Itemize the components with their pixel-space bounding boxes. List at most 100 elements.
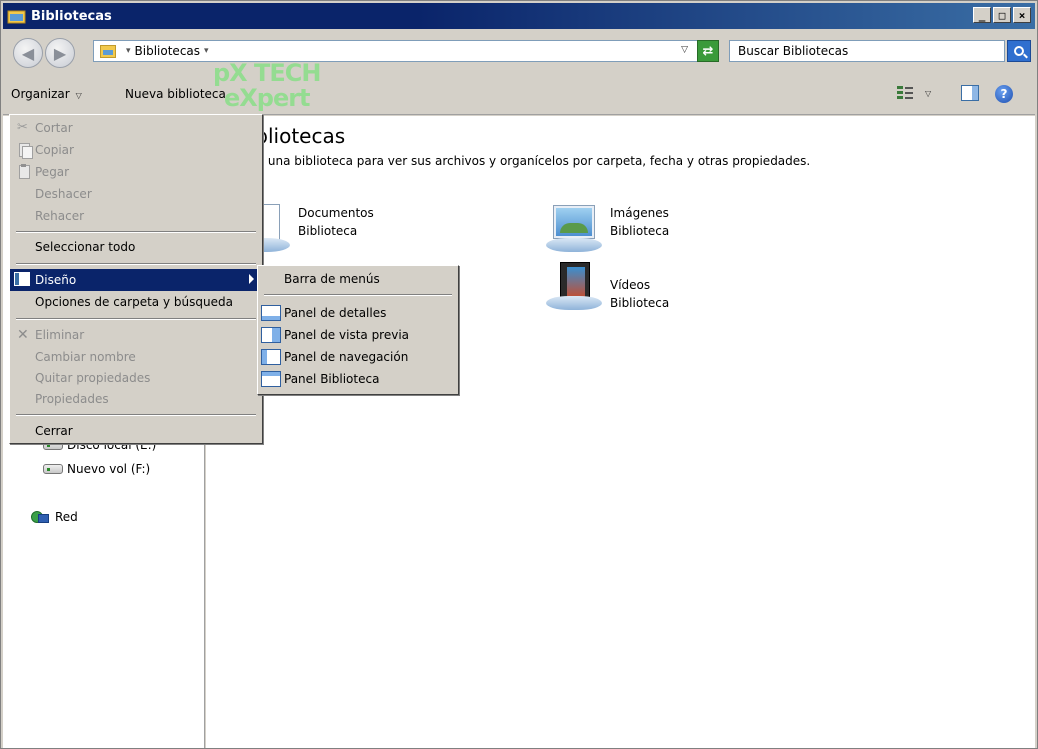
organize-menu: Cortar Copiar Pegar Deshacer Rehacer Sel… — [9, 114, 263, 444]
search-icon — [1014, 46, 1024, 56]
view-options-button[interactable]: ▽ — [897, 85, 931, 101]
chevron-down-icon: ▽ — [75, 91, 82, 100]
menu-item-label: Rehacer — [35, 209, 85, 223]
navigation-pane-icon — [261, 349, 281, 365]
videos-library-icon — [546, 262, 602, 312]
menu-separator — [16, 231, 256, 233]
menu-item-undo[interactable]: Deshacer — [10, 183, 262, 205]
library-name: Documentos — [298, 206, 374, 220]
menu-item-close[interactable]: Cerrar — [10, 420, 262, 442]
preview-pane-icon — [961, 85, 979, 101]
menu-item-layout[interactable]: Diseño — [10, 269, 262, 291]
refresh-icon: ⇄ — [702, 43, 714, 59]
address-bar: ◀ ▶ ▾ Bibliotecas ▾ ▽ ⇄ Buscar Bibliotec… — [3, 31, 1035, 73]
menu-item-label: Barra de menús — [284, 272, 380, 286]
submenu-item-details-pane[interactable]: Panel de detalles — [258, 302, 458, 324]
window-controls: _ □ × — [973, 7, 1031, 23]
menu-item-label: Copiar — [35, 143, 74, 157]
help-icon: ? — [995, 85, 1013, 103]
menu-separator — [16, 414, 256, 416]
menu-item-label: Cambiar nombre — [35, 350, 136, 364]
library-type: Biblioteca — [610, 224, 670, 238]
library-pane-icon — [261, 371, 281, 387]
menu-separator — [16, 263, 256, 265]
search-button[interactable] — [1007, 40, 1031, 62]
library-type: Biblioteca — [610, 296, 670, 310]
menu-item-label: Opciones de carpeta y búsqueda — [35, 295, 233, 309]
library-videos[interactable]: Vídeos Biblioteca — [546, 262, 669, 312]
minimize-button[interactable]: _ — [973, 7, 991, 23]
menu-item-properties[interactable]: Propiedades — [10, 388, 262, 410]
menu-item-label: Quitar propiedades — [35, 371, 151, 385]
preview-pane-icon — [261, 327, 281, 343]
menu-item-copy[interactable]: Copiar — [10, 139, 262, 161]
menu-item-label: Panel Biblioteca — [284, 372, 380, 386]
forward-button[interactable]: ▶ — [45, 38, 75, 68]
library-pictures[interactable]: Imágenes Biblioteca — [546, 204, 669, 254]
breadcrumb-chevron-icon[interactable]: ▾ — [126, 46, 131, 56]
libraries-folder-icon — [7, 8, 27, 24]
back-arrow-icon: ◀ — [21, 43, 35, 63]
address-field[interactable]: ▾ Bibliotecas ▾ ▽ — [93, 40, 719, 62]
window-title: Bibliotecas — [31, 8, 112, 24]
maximize-button[interactable]: □ — [993, 7, 1011, 23]
nav-item-network[interactable]: Red — [31, 509, 78, 525]
network-icon — [31, 509, 49, 525]
submenu-item-navigation-pane[interactable]: Panel de navegación — [258, 346, 458, 368]
menu-separator — [264, 294, 452, 296]
submenu-item-preview-pane[interactable]: Panel de vista previa — [258, 324, 458, 346]
delete-icon — [17, 327, 33, 343]
menu-item-rename[interactable]: Cambiar nombre — [10, 346, 262, 368]
breadcrumb-chevron-icon[interactable]: ▾ — [204, 46, 209, 56]
organize-label: Organizar — [11, 87, 70, 101]
submenu-item-library-pane[interactable]: Panel Biblioteca — [258, 368, 458, 390]
nav-item-label: Red — [55, 510, 78, 524]
library-type: Biblioteca — [298, 224, 358, 238]
organize-button[interactable]: Organizar ▽ — [11, 87, 82, 101]
menu-item-paste[interactable]: Pegar — [10, 161, 262, 183]
menu-item-label: Propiedades — [35, 392, 109, 406]
details-pane-icon — [261, 305, 281, 321]
libraries-folder-icon — [100, 44, 116, 58]
menu-item-cut[interactable]: Cortar — [10, 117, 262, 139]
menu-item-folder-options[interactable]: Opciones de carpeta y búsqueda — [10, 291, 262, 313]
command-bar: Organizar ▽ Nueva biblioteca ▽ ? — [3, 75, 1035, 115]
menu-item-label: Eliminar — [35, 328, 85, 342]
layout-icon — [14, 272, 30, 286]
new-library-button[interactable]: Nueva biblioteca — [125, 87, 226, 101]
menu-item-label: Panel de navegación — [284, 350, 409, 364]
menu-item-label: Diseño — [35, 273, 77, 287]
menu-item-select-all[interactable]: Seleccionar todo — [10, 236, 262, 258]
back-button[interactable]: ◀ — [13, 38, 43, 68]
pictures-library-icon — [546, 204, 602, 254]
title-bar[interactable]: Bibliotecas _ □ × — [3, 3, 1035, 29]
menu-item-label: Panel de vista previa — [284, 328, 410, 342]
copy-icon — [17, 142, 33, 159]
address-history-dropdown-icon[interactable]: ▽ — [681, 45, 688, 55]
library-name: Vídeos — [610, 278, 651, 292]
nav-item-drive-f[interactable]: Nuevo vol (F:) — [43, 462, 150, 476]
nav-item-label: Nuevo vol (F:) — [67, 462, 151, 476]
breadcrumb-libraries[interactable]: Bibliotecas — [135, 44, 200, 58]
submenu-item-menu-bar[interactable]: Barra de menús — [258, 268, 458, 290]
help-button[interactable]: ? — [995, 85, 1013, 103]
menu-item-delete[interactable]: Eliminar — [10, 324, 262, 346]
menu-item-label: Panel de detalles — [284, 306, 387, 320]
preview-pane-button[interactable] — [961, 85, 979, 101]
submenu-arrow-icon — [249, 274, 254, 284]
menu-item-label: Seleccionar todo — [35, 240, 136, 254]
content-pane: Bibliotecas Abra una biblioteca para ver… — [206, 116, 1035, 748]
menu-item-label: Cerrar — [35, 424, 73, 438]
refresh-button[interactable]: ⇄ — [697, 40, 719, 62]
clipboard-icon — [17, 164, 33, 180]
menu-item-remove-properties[interactable]: Quitar propiedades — [10, 367, 262, 389]
explorer-window: Bibliotecas _ □ × ◀ ▶ ▾ Bibliotecas ▾ ▽ … — [0, 0, 1038, 749]
library-name: Imágenes — [610, 206, 669, 220]
close-button[interactable]: × — [1013, 7, 1031, 23]
chevron-down-icon: ▽ — [925, 88, 932, 98]
search-input[interactable]: Buscar Bibliotecas — [729, 40, 1005, 62]
layout-submenu: Barra de menús Panel de detalles Panel d… — [257, 265, 459, 395]
menu-item-redo[interactable]: Rehacer — [10, 205, 262, 227]
page-description: Abra una biblioteca para ver sus archivo… — [236, 154, 811, 168]
scissors-icon — [17, 120, 33, 136]
